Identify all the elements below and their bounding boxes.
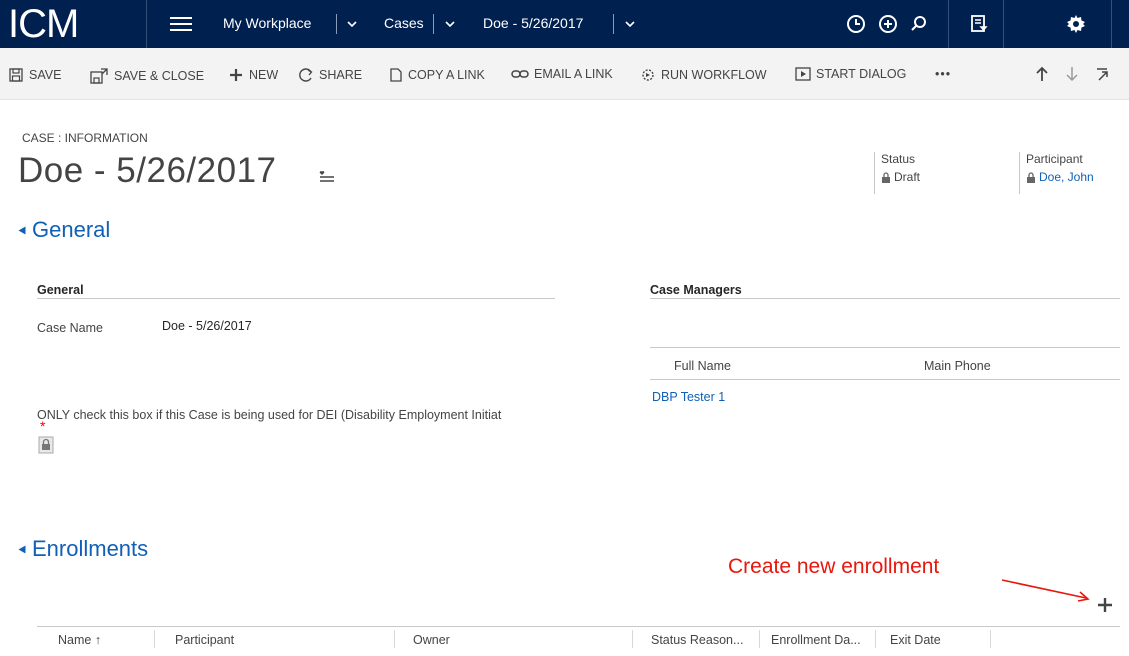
case-name-value[interactable]: Doe - 5/26/2017 bbox=[162, 319, 252, 333]
search-icon[interactable] bbox=[907, 12, 931, 36]
general-section-header[interactable]: General bbox=[18, 217, 110, 243]
nav-item-my-workplace[interactable]: My Workplace bbox=[223, 15, 311, 31]
grid-top-border bbox=[650, 347, 1120, 348]
column-separator bbox=[154, 630, 155, 648]
history-icon[interactable] bbox=[844, 12, 868, 36]
nav-divider bbox=[948, 0, 949, 48]
share-label: SHARE bbox=[319, 68, 363, 82]
advanced-find-icon[interactable] bbox=[967, 12, 991, 36]
nav-pipe bbox=[336, 14, 337, 34]
case-manager-link[interactable]: DBP Tester 1 bbox=[652, 390, 725, 404]
command-bar: SAVE SAVE & CLOSE NEW SHARE COPY A LINK … bbox=[0, 48, 1129, 100]
run-workflow-button[interactable]: RUN WORKFLOW bbox=[640, 67, 767, 83]
new-button[interactable]: NEW bbox=[228, 67, 278, 83]
share-icon bbox=[299, 68, 313, 82]
participant-label: Participant bbox=[1026, 152, 1083, 166]
collapse-triangle-icon bbox=[18, 545, 26, 553]
grid-top-border bbox=[37, 626, 1120, 627]
annotation-arrow-icon bbox=[1001, 579, 1090, 602]
document-copy-icon bbox=[390, 68, 402, 82]
general-section-title: General bbox=[32, 217, 111, 242]
header-field-participant: Participant Doe, John bbox=[1019, 152, 1094, 194]
grid-header-border bbox=[650, 379, 1120, 380]
run-workflow-label: RUN WORKFLOW bbox=[661, 68, 767, 82]
save-and-close-button[interactable]: SAVE & CLOSE bbox=[89, 67, 204, 85]
settings-gear-icon[interactable] bbox=[1064, 12, 1088, 36]
nav-pipe bbox=[433, 14, 434, 34]
column-header-main-phone[interactable]: Main Phone bbox=[924, 359, 991, 373]
top-nav-bar: ICM My Workplace Cases Doe - 5/26/2017 bbox=[0, 0, 1129, 48]
start-dialog-button[interactable]: START DIALOG bbox=[795, 67, 906, 81]
subsection-divider bbox=[37, 298, 555, 299]
plus-icon bbox=[230, 69, 242, 81]
status-value: Draft bbox=[881, 170, 920, 184]
page-title: Doe - 5/26/2017 bbox=[18, 151, 277, 190]
app-logo[interactable]: ICM bbox=[8, 2, 79, 46]
save-label: SAVE bbox=[29, 68, 62, 82]
status-label: Status bbox=[881, 152, 916, 166]
case-name-label: Case Name bbox=[37, 321, 103, 335]
participant-value[interactable]: Doe, John bbox=[1026, 170, 1094, 184]
save-and-close-icon bbox=[90, 68, 108, 84]
chevron-down-icon[interactable] bbox=[623, 17, 637, 31]
lock-icon bbox=[882, 171, 890, 183]
column-separator bbox=[875, 630, 876, 648]
copy-a-link-label: COPY A LINK bbox=[408, 68, 485, 82]
add-circle-icon[interactable] bbox=[876, 12, 900, 36]
column-header-enrollment-date[interactable]: Enrollment Da... bbox=[771, 633, 861, 647]
column-header-owner[interactable]: Owner bbox=[413, 633, 450, 647]
add-enrollment-plus-icon[interactable] bbox=[1095, 595, 1115, 615]
save-icon bbox=[9, 68, 23, 82]
save-button[interactable]: SAVE bbox=[8, 67, 61, 83]
next-record-arrow-icon[interactable] bbox=[1064, 65, 1080, 83]
column-separator bbox=[632, 630, 633, 648]
hamburger-menu-icon[interactable] bbox=[170, 13, 196, 35]
required-marker: * bbox=[40, 418, 46, 434]
nav-divider bbox=[1003, 0, 1004, 48]
previous-record-arrow-icon[interactable] bbox=[1034, 65, 1050, 83]
column-separator bbox=[990, 630, 991, 648]
column-header-exit-date[interactable]: Exit Date bbox=[890, 633, 941, 647]
general-subsection-title: General bbox=[37, 283, 84, 297]
column-header-full-name[interactable]: Full Name bbox=[674, 359, 731, 373]
start-dialog-label: START DIALOG bbox=[816, 67, 907, 81]
status-value-text: Draft bbox=[894, 170, 921, 184]
dialog-play-icon bbox=[795, 67, 811, 81]
more-commands-button[interactable]: ••• bbox=[935, 67, 951, 81]
link-icon bbox=[511, 70, 529, 78]
case-managers-title: Case Managers bbox=[650, 283, 742, 297]
locked-checkbox-icon[interactable] bbox=[38, 436, 54, 454]
nav-divider bbox=[1111, 0, 1112, 48]
collapse-triangle-icon bbox=[18, 226, 26, 234]
nav-item-cases[interactable]: Cases bbox=[384, 15, 424, 31]
dei-checkbox-label: ONLY check this box if this Case is bein… bbox=[37, 408, 502, 422]
breadcrumb: CASE : INFORMATION bbox=[22, 131, 148, 145]
share-button[interactable]: SHARE bbox=[298, 67, 362, 83]
chevron-down-icon[interactable] bbox=[443, 17, 457, 31]
nav-pipe bbox=[613, 14, 614, 34]
new-label: NEW bbox=[249, 68, 279, 82]
email-a-link-button[interactable]: EMAIL A LINK bbox=[511, 67, 613, 81]
participant-link[interactable]: Doe, John bbox=[1039, 170, 1094, 184]
expand-pop-out-icon[interactable] bbox=[1094, 65, 1110, 83]
copy-a-link-button[interactable]: COPY A LINK bbox=[389, 67, 485, 83]
enrollments-section-header[interactable]: Enrollments bbox=[18, 536, 148, 562]
subsection-divider bbox=[650, 298, 1120, 299]
header-field-status: Status Draft bbox=[874, 152, 920, 194]
workflow-gear-icon bbox=[642, 69, 654, 81]
lock-icon bbox=[1027, 171, 1035, 183]
enrollments-section-title: Enrollments bbox=[32, 536, 149, 561]
annotation-callout: Create new enrollment bbox=[728, 555, 940, 578]
column-header-name[interactable]: Name ↑ bbox=[58, 633, 101, 647]
email-a-link-label: EMAIL A LINK bbox=[534, 67, 613, 81]
column-header-status-reason[interactable]: Status Reason... bbox=[651, 633, 743, 647]
column-separator bbox=[759, 630, 760, 648]
column-header-participant[interactable]: Participant bbox=[175, 633, 234, 647]
form-selector-menu-icon[interactable] bbox=[318, 170, 336, 184]
chevron-down-icon[interactable] bbox=[345, 17, 359, 31]
nav-divider bbox=[146, 0, 147, 48]
save-and-close-label: SAVE & CLOSE bbox=[114, 69, 205, 83]
nav-item-current-record[interactable]: Doe - 5/26/2017 bbox=[483, 15, 583, 31]
column-separator bbox=[394, 630, 395, 648]
